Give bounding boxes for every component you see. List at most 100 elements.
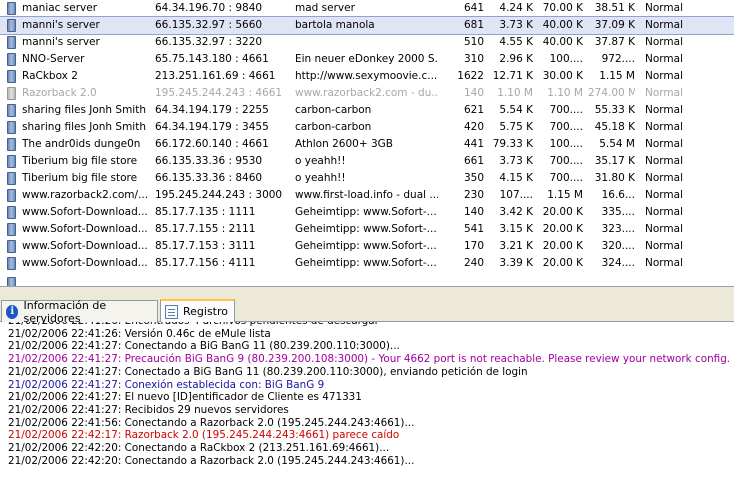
log-panel[interactable]: 21/02/2006 22:41:26: Encontrados 4 archi… xyxy=(0,322,734,481)
server-users: 3.21 K xyxy=(499,240,533,252)
server-row[interactable]: sharing files Jonh Smith 64.34.194.179 : … xyxy=(0,102,734,119)
server-row[interactable]: sharing files Jonh Smith 64.34.194.179 : … xyxy=(0,119,734,136)
server-ip: 85.17.7.153 : 3111 xyxy=(155,240,256,252)
server-icon xyxy=(7,257,16,270)
server-list[interactable]: maniac server 64.34.196.70 : 9840 mad serv… xyxy=(0,0,734,286)
server-icon-cell xyxy=(7,2,17,15)
server-users: 4.24 K xyxy=(499,2,533,14)
server-name: RaCkbox 2 xyxy=(22,70,78,82)
server-max-users: 40.00 K xyxy=(542,36,583,48)
server-max-users: 40.00 K xyxy=(542,19,583,31)
server-users: 107.... xyxy=(499,189,533,201)
server-name: www.Sofort-Download... xyxy=(22,240,147,252)
server-ip: 66.135.32.97 : 5660 xyxy=(155,19,263,31)
server-files: 335.... xyxy=(601,206,635,218)
server-row[interactable]: www.Sofort-Download... 85.17.7.156 : 4111… xyxy=(0,255,734,272)
server-ping: 661 xyxy=(463,155,484,167)
server-max-users: 1.15 M xyxy=(547,189,583,201)
server-priority: Normal xyxy=(645,189,683,201)
server-description: http://www.sexymoovie.c... xyxy=(295,70,438,82)
log-entry: 21/02/2006 22:41:27: Conectado a BiG Ban… xyxy=(8,365,528,378)
tab-log[interactable]: Registro xyxy=(160,299,235,322)
server-ping: 420 xyxy=(463,121,484,133)
server-ping: 310 xyxy=(463,53,484,65)
server-priority: Normal xyxy=(645,257,683,269)
server-name: www.Sofort-Download... xyxy=(22,223,147,235)
server-row[interactable]: www.Sofort-Download... 85.17.7.153 : 3111… xyxy=(0,238,734,255)
server-ping: 1622 xyxy=(457,70,484,82)
server-priority: Normal xyxy=(645,138,683,150)
server-icon-cell xyxy=(7,223,17,236)
server-max-users: 20.00 K xyxy=(542,240,583,252)
server-description: o yeahh!! xyxy=(295,155,346,167)
server-icon xyxy=(7,240,16,253)
server-files: 323.... xyxy=(601,223,635,235)
server-priority: Normal xyxy=(645,223,683,235)
server-max-users: 30.00 K xyxy=(542,70,583,82)
server-ping: 140 xyxy=(463,206,484,218)
log-entry: 21/02/2006 22:41:27: El nuevo [ID]entifi… xyxy=(8,391,362,404)
server-row[interactable]: manni's server 66.135.32.97 : 5660 bartola… xyxy=(0,16,734,35)
server-ip: 195.245.244.243 : 4661 xyxy=(155,87,283,99)
server-ping: 510 xyxy=(463,36,484,48)
server-max-users: 20.00 K xyxy=(542,206,583,218)
server-max-users: 1.10 M xyxy=(547,87,583,99)
server-description: o yeahh!! xyxy=(295,172,346,184)
server-row[interactable]: www.Sofort-Download... 85.17.7.135 : 1111… xyxy=(0,204,734,221)
server-priority: Normal xyxy=(645,87,683,99)
server-description: Geheimtipp: www.Sofort-... xyxy=(295,223,437,235)
server-row[interactable]: www.Sofort-Download... 85.17.7.155 : 2111… xyxy=(0,221,734,238)
server-row[interactable]: Tiberium big file store 66.135.33.36 : 95… xyxy=(0,153,734,170)
server-priority: Normal xyxy=(645,206,683,218)
server-row[interactable]: NNO-Server 65.75.143.180 : 4661 Ein neuer … xyxy=(0,51,734,68)
server-description: Ein neuer eDonkey 2000 S... xyxy=(295,53,438,65)
server-files: 274.00 M xyxy=(588,87,635,99)
log-entry: 21/02/2006 22:42:20: Conectando a RaCkbo… xyxy=(8,442,390,454)
server-files: 324.... xyxy=(601,257,635,269)
server-name: www.Sofort-Download... xyxy=(22,206,147,218)
server-name: sharing files Jonh Smith xyxy=(22,121,147,133)
log-icon xyxy=(165,304,178,319)
server-ip: 85.17.7.155 : 2111 xyxy=(155,223,256,235)
server-name: The andr0ids dunge0n xyxy=(22,138,141,150)
server-icon-cell xyxy=(7,70,17,83)
server-ping: 441 xyxy=(463,138,484,150)
server-row[interactable]: The andr0ids dunge0n 66.172.60.140 : 4661… xyxy=(0,136,734,153)
server-name: NNO-Server xyxy=(22,53,85,65)
server-name: www.Sofort-Download... xyxy=(22,257,147,269)
server-priority: Normal xyxy=(645,19,683,31)
server-row[interactable]: www.razorback2.com/... 195.245.244.243 : … xyxy=(0,187,734,204)
server-users: 4.15 K xyxy=(499,172,533,184)
server-name: Tiberium big file store xyxy=(22,172,138,184)
server-icon xyxy=(7,104,16,117)
server-priority: Normal xyxy=(645,70,683,82)
server-icon xyxy=(7,138,16,151)
server-row[interactable]: RaCkbox 2 213.251.161.69 : 4661 http://www… xyxy=(0,68,734,85)
server-max-users: 700.... xyxy=(549,155,583,167)
panel-splitter[interactable] xyxy=(0,287,734,299)
server-ping: 350 xyxy=(463,172,484,184)
server-ping: 641 xyxy=(463,2,484,14)
server-files: 5.54 M xyxy=(599,138,635,150)
server-priority: Normal xyxy=(645,104,683,116)
server-row[interactable]: maniac server 64.34.196.70 : 9840 mad serv… xyxy=(0,0,734,17)
server-max-users: 20.00 K xyxy=(542,223,583,235)
server-ping: 681 xyxy=(463,19,484,31)
server-ping: 140 xyxy=(463,87,484,99)
server-icon-cell xyxy=(7,172,17,185)
tab-server-info[interactable]: i Información de servidores xyxy=(1,299,158,325)
server-icon-cell xyxy=(7,104,17,117)
server-list-partial-row xyxy=(0,277,734,286)
server-icon-cell xyxy=(7,206,17,219)
server-icon-cell xyxy=(7,121,17,134)
server-users: 79.33 K xyxy=(492,138,533,150)
server-icon xyxy=(7,155,16,168)
server-row[interactable]: Tiberium big file store 66.135.33.36 : 84… xyxy=(0,170,734,187)
log-entry: 21/02/2006 22:42:20: Conectando a Razorb… xyxy=(8,454,415,467)
server-row[interactable]: manni's server 66.135.32.97 : 3220 510 4.55… xyxy=(0,34,734,51)
server-ip: 66.172.60.140 : 4661 xyxy=(155,138,269,150)
server-description: Geheimtipp: www.Sofort-... xyxy=(295,257,437,269)
server-row[interactable]: Razorback 2.0 195.245.244.243 : 4661 www.r… xyxy=(0,85,734,102)
log-entry: 21/02/2006 22:41:27: Conectando a BiG Ba… xyxy=(8,340,400,353)
server-icon-cell xyxy=(7,87,17,100)
